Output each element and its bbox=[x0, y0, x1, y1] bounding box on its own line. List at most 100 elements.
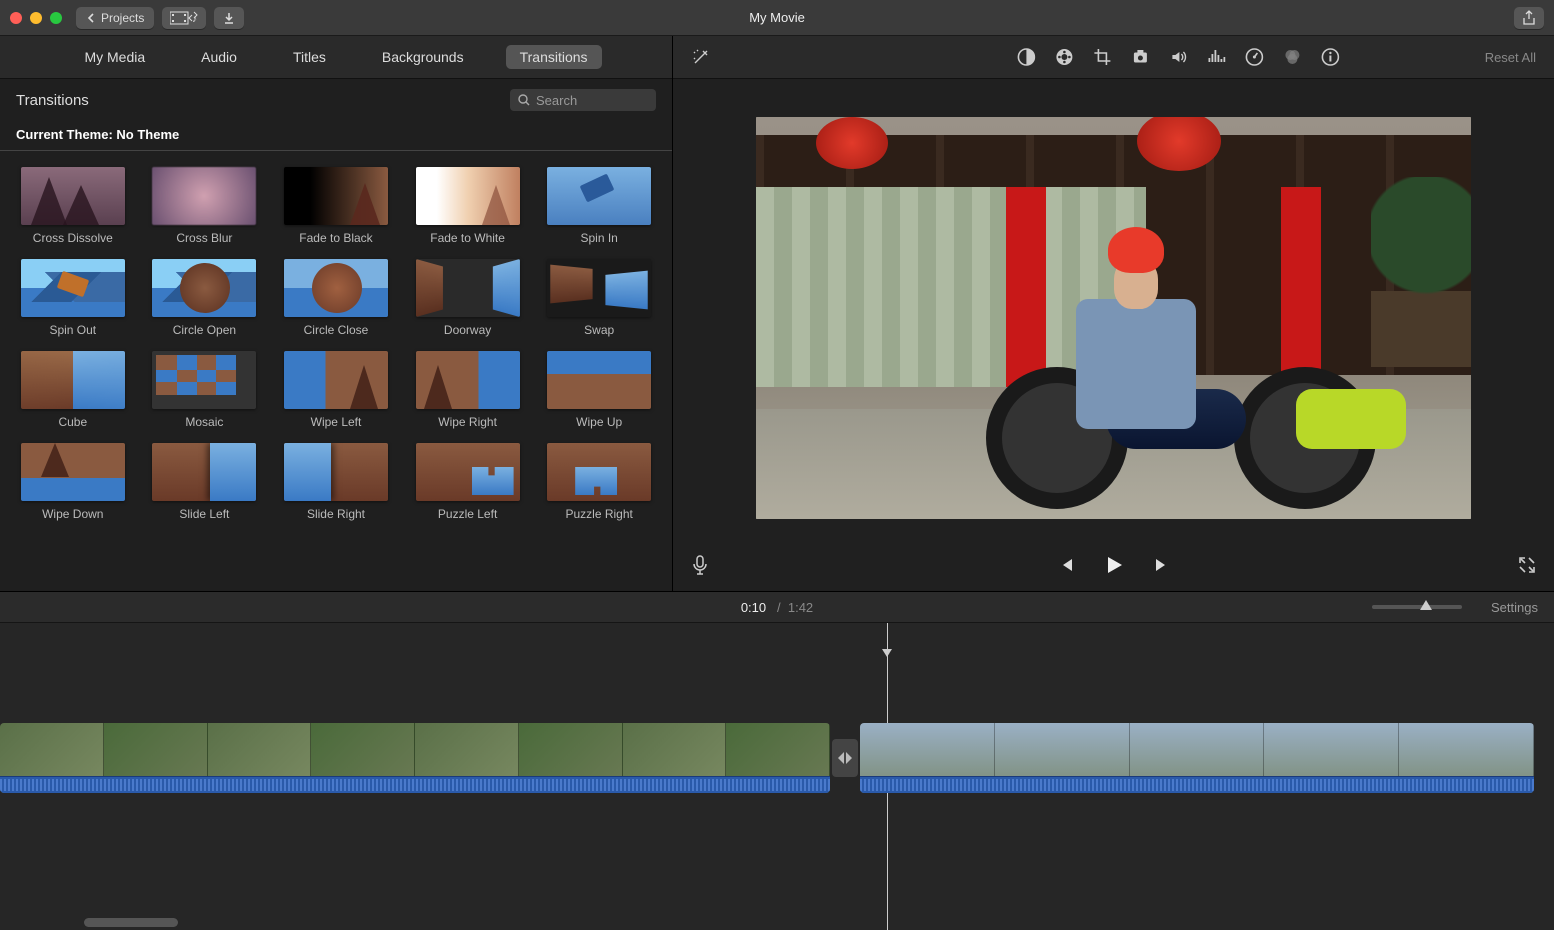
enhance-wand-icon[interactable] bbox=[691, 47, 711, 67]
zoom-slider[interactable] bbox=[1372, 605, 1462, 609]
timeline-clip[interactable] bbox=[860, 723, 1534, 793]
titlebar: Projects ♪ My Movie bbox=[0, 0, 1554, 36]
transition-label: Wipe Down bbox=[42, 507, 103, 521]
transition-item[interactable]: Fade to White bbox=[411, 167, 525, 245]
transition-item[interactable]: Puzzle Left bbox=[411, 443, 525, 521]
project-title: My Movie bbox=[749, 10, 805, 25]
browser-heading: Transitions bbox=[16, 92, 89, 109]
transition-item[interactable]: Wipe Up bbox=[542, 351, 656, 429]
transition-item[interactable]: Circle Open bbox=[148, 259, 262, 337]
transition-label: Wipe Right bbox=[438, 415, 497, 429]
reset-all-button[interactable]: Reset All bbox=[1485, 50, 1536, 65]
transition-thumbnail bbox=[416, 167, 520, 225]
close-window-button[interactable] bbox=[10, 12, 22, 24]
voiceover-button[interactable] bbox=[691, 554, 709, 576]
transition-thumbnail bbox=[284, 351, 388, 409]
search-input[interactable]: Search bbox=[510, 89, 656, 111]
transition-item[interactable]: Circle Close bbox=[279, 259, 393, 337]
transition-label: Swap bbox=[584, 323, 614, 337]
audio-waveform bbox=[860, 776, 1534, 793]
browser-tabs: My Media Audio Titles Backgrounds Transi… bbox=[0, 36, 672, 79]
tab-transitions[interactable]: Transitions bbox=[506, 45, 602, 69]
svg-text:♪: ♪ bbox=[192, 14, 197, 25]
tab-backgrounds[interactable]: Backgrounds bbox=[368, 45, 478, 69]
transition-label: Slide Left bbox=[179, 507, 229, 521]
media-import-button[interactable]: ♪ bbox=[162, 7, 206, 29]
timeline-header: 0:10 / 1:42 Settings bbox=[0, 591, 1554, 623]
transition-item[interactable]: Wipe Down bbox=[16, 443, 130, 521]
stabilization-icon[interactable] bbox=[1131, 48, 1149, 66]
crop-icon[interactable] bbox=[1093, 48, 1111, 66]
volume-icon[interactable] bbox=[1169, 48, 1187, 66]
transition-marker[interactable] bbox=[832, 739, 858, 777]
window-controls bbox=[10, 12, 62, 24]
timeline-settings-button[interactable]: Settings bbox=[1491, 600, 1538, 615]
transition-item[interactable]: Spin In bbox=[542, 167, 656, 245]
transition-item[interactable]: Slide Left bbox=[148, 443, 262, 521]
tab-titles[interactable]: Titles bbox=[279, 45, 340, 69]
horizontal-scrollbar[interactable] bbox=[84, 918, 178, 927]
transition-item[interactable]: Wipe Right bbox=[411, 351, 525, 429]
transition-thumbnail bbox=[152, 259, 256, 317]
transition-thumbnail bbox=[416, 259, 520, 317]
timeline[interactable] bbox=[0, 623, 1554, 930]
transition-item[interactable]: Swap bbox=[542, 259, 656, 337]
transition-label: Fade to Black bbox=[299, 231, 372, 245]
zoom-window-button[interactable] bbox=[50, 12, 62, 24]
transition-thumbnail bbox=[547, 259, 651, 317]
transition-item[interactable]: Puzzle Right bbox=[542, 443, 656, 521]
transition-label: Puzzle Right bbox=[566, 507, 633, 521]
transition-label: Circle Close bbox=[304, 323, 369, 337]
play-button[interactable] bbox=[1103, 554, 1125, 576]
transition-label: Mosaic bbox=[185, 415, 223, 429]
next-frame-button[interactable] bbox=[1153, 556, 1171, 574]
transition-item[interactable]: Cube bbox=[16, 351, 130, 429]
transition-label: Cross Blur bbox=[176, 231, 232, 245]
transition-item[interactable]: Doorway bbox=[411, 259, 525, 337]
transition-item[interactable]: Wipe Left bbox=[279, 351, 393, 429]
preview-viewer[interactable] bbox=[673, 79, 1554, 539]
transition-label: Spin Out bbox=[49, 323, 96, 337]
filters-icon[interactable] bbox=[1283, 48, 1301, 66]
speed-icon[interactable] bbox=[1245, 48, 1263, 66]
transition-thumbnail bbox=[547, 443, 651, 501]
tab-my-media[interactable]: My Media bbox=[70, 45, 159, 69]
info-icon[interactable] bbox=[1321, 48, 1339, 66]
transition-item[interactable]: Spin Out bbox=[16, 259, 130, 337]
chevron-left-icon bbox=[86, 13, 96, 23]
filmstrip-icon: ♪ bbox=[170, 11, 198, 25]
share-icon bbox=[1522, 10, 1536, 26]
noise-reduction-icon[interactable] bbox=[1207, 48, 1225, 66]
transition-label: Fade to White bbox=[430, 231, 505, 245]
transition-item[interactable]: Cross Dissolve bbox=[16, 167, 130, 245]
tab-audio[interactable]: Audio bbox=[187, 45, 251, 69]
previous-frame-button[interactable] bbox=[1057, 556, 1075, 574]
transition-item[interactable]: Slide Right bbox=[279, 443, 393, 521]
transition-thumbnail bbox=[21, 259, 125, 317]
import-download-button[interactable] bbox=[214, 7, 244, 29]
current-time: 0:10 bbox=[741, 600, 766, 615]
color-balance-icon[interactable] bbox=[1017, 48, 1035, 66]
transition-thumbnail bbox=[284, 167, 388, 225]
transition-thumbnail bbox=[547, 351, 651, 409]
transition-thumbnail bbox=[547, 167, 651, 225]
transition-label: Cross Dissolve bbox=[33, 231, 113, 245]
transition-item[interactable]: Mosaic bbox=[148, 351, 262, 429]
share-button[interactable] bbox=[1514, 7, 1544, 29]
transition-item[interactable]: Cross Blur bbox=[148, 167, 262, 245]
transition-label: Puzzle Left bbox=[438, 507, 497, 521]
transition-thumbnail bbox=[21, 443, 125, 501]
search-icon bbox=[518, 94, 530, 106]
transition-label: Doorway bbox=[444, 323, 491, 337]
minimize-window-button[interactable] bbox=[30, 12, 42, 24]
viewer-panel: Reset All bbox=[673, 36, 1554, 591]
transition-thumbnail bbox=[284, 259, 388, 317]
transition-item[interactable]: Fade to Black bbox=[279, 167, 393, 245]
timeline-clip[interactable] bbox=[0, 723, 830, 793]
color-correction-icon[interactable] bbox=[1055, 48, 1073, 66]
back-to-projects-button[interactable]: Projects bbox=[76, 7, 154, 29]
transition-thumbnail bbox=[152, 167, 256, 225]
total-time: 1:42 bbox=[788, 600, 813, 615]
fullscreen-button[interactable] bbox=[1518, 556, 1536, 574]
transition-label: Wipe Up bbox=[576, 415, 622, 429]
